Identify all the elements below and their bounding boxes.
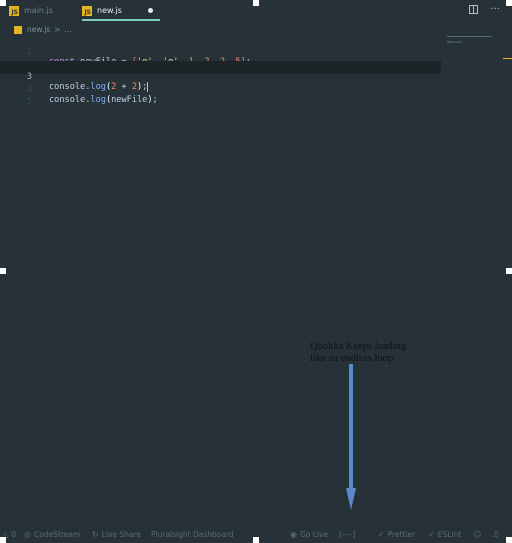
annotation-text: Quokka Keeps loading like an endless loo… <box>310 341 407 364</box>
golive-item[interactable]: ◉ Go Live <box>290 530 328 539</box>
breadcrumb-symbol[interactable]: ... <box>65 25 72 34</box>
check-double-icon: ✓ <box>428 530 435 539</box>
code-line[interactable]: 2 <box>0 49 441 70</box>
frame-handle <box>253 0 259 6</box>
code-line[interactable]: 1 const newFile = ['q', 'q', 1, 2, 2, 5]… <box>0 36 441 67</box>
prettier-item[interactable]: ✓ Prettier <box>378 530 415 539</box>
bell-icon: ♫ <box>492 530 500 539</box>
breadcrumb-separator: > <box>54 25 61 34</box>
annotation-arrow-head-icon <box>346 488 356 510</box>
javascript-file-icon: JS <box>9 5 19 16</box>
tab-label: main.js <box>24 6 53 15</box>
frame-handle <box>0 268 6 274</box>
more-actions-icon[interactable]: ··· <box>490 4 500 15</box>
frame-handle <box>506 537 512 543</box>
frame-handle <box>0 537 6 543</box>
tab-label: new.js <box>97 6 122 15</box>
tab-main-js[interactable]: JS main.js <box>9 0 79 21</box>
line-number: 5 <box>26 97 32 107</box>
eslint-item[interactable]: ✓ ESLint <box>428 530 461 539</box>
active-tab-indicator <box>82 19 160 21</box>
quokka-item[interactable]: [----] <box>339 530 356 539</box>
broadcast-icon: ◉ <box>290 530 297 539</box>
codestream-item[interactable]: ◎ CodeStream <box>24 530 80 539</box>
overview-ruler-marker <box>503 58 512 59</box>
javascript-file-icon <box>14 25 22 34</box>
frame-handle <box>506 0 512 6</box>
split-editor-icon[interactable] <box>469 5 479 14</box>
frame-handle <box>253 537 259 543</box>
breadcrumb: new.js > ... <box>14 24 72 35</box>
notifications-item[interactable]: ♫ <box>492 530 499 539</box>
codestream-icon: ◎ <box>24 530 31 539</box>
minimap-label: 888 Users <box>447 40 463 44</box>
code-line-current[interactable]: 3 console.log(2 + 2); <box>0 61 441 92</box>
liveshare-item[interactable]: ↻ Live Share <box>92 530 141 539</box>
check-icon: ✓ <box>378 530 385 539</box>
feedback-item[interactable]: ☺ <box>473 530 481 539</box>
annotation-arrow <box>349 364 353 494</box>
breadcrumb-file[interactable]: new.js <box>27 25 50 34</box>
editor-actions: ··· <box>469 4 500 15</box>
code-line[interactable]: 4 console.log(newFile); <box>0 74 441 105</box>
javascript-file-icon: JS <box>82 5 92 16</box>
pluralsight-item[interactable]: Pluralsight Dashboard <box>151 530 234 539</box>
unsaved-changes-dot-icon[interactable] <box>148 8 153 13</box>
frame-handle <box>0 0 6 6</box>
frame-handle <box>506 268 512 274</box>
code-line[interactable]: 5 <box>0 86 441 107</box>
liveshare-icon: ↻ <box>92 530 99 539</box>
feedback-icon: ☺ <box>473 530 482 539</box>
